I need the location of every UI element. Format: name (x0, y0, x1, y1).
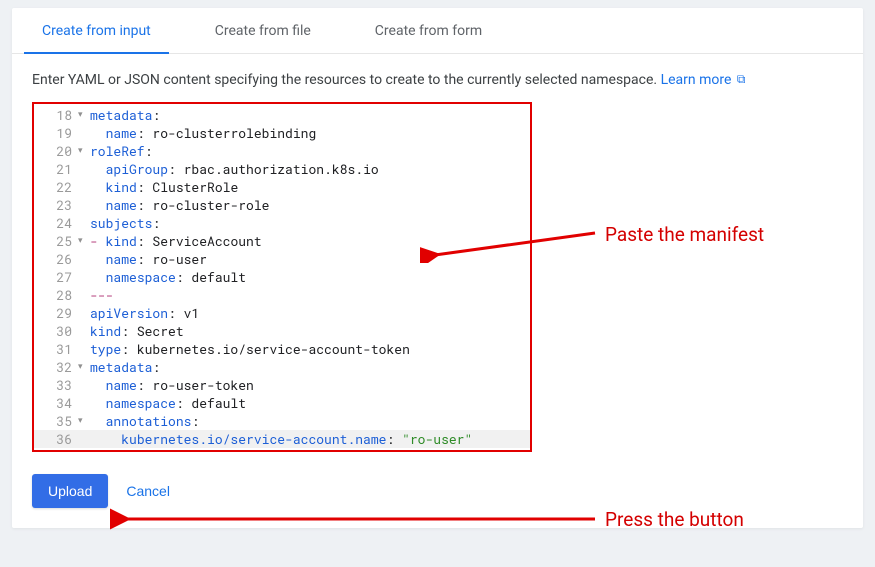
description-text: Enter YAML or JSON content specifying th… (32, 72, 843, 88)
code-content: apiGroup: rbac.authorization.k8s.io (88, 160, 379, 178)
code-line: 23 name: ro-cluster-role (34, 196, 530, 214)
create-card: Create from input Create from file Create … (12, 8, 863, 528)
code-content: - kind: ServiceAccount (88, 232, 262, 250)
line-number: 19 (34, 124, 78, 142)
code-line: 26 name: ro-user (34, 250, 530, 268)
fold-marker-icon (78, 250, 88, 268)
line-number: 18 (34, 106, 78, 124)
code-content: metadata: (88, 106, 160, 124)
code-line: 25▾- kind: ServiceAccount (34, 232, 530, 250)
code-content: name: ro-clusterrolebinding (88, 124, 316, 142)
fold-marker-icon[interactable]: ▾ (78, 412, 88, 430)
line-number: 30 (34, 322, 78, 340)
upload-button[interactable]: Upload (32, 474, 108, 508)
line-number: 31 (34, 340, 78, 358)
code-content: --- (88, 286, 113, 304)
line-number: 21 (34, 160, 78, 178)
code-line: 34 namespace: default (34, 394, 530, 412)
code-content: type: kubernetes.io/service-account-toke… (88, 340, 410, 358)
fold-marker-icon[interactable]: ▾ (78, 106, 88, 124)
fold-marker-icon[interactable]: ▾ (78, 358, 88, 376)
line-number: 36 (34, 430, 78, 448)
fold-marker-icon (78, 286, 88, 304)
code-line: 27 namespace: default (34, 268, 530, 286)
code-line: 19 name: ro-clusterrolebinding (34, 124, 530, 142)
line-number: 20 (34, 142, 78, 160)
code-content: metadata: (88, 358, 160, 376)
fold-marker-icon (78, 322, 88, 340)
tab-create-from-form[interactable]: Create from form (357, 8, 500, 54)
line-number: 32 (34, 358, 78, 376)
code-content: apiVersion: v1 (88, 304, 199, 322)
code-line: 32▾metadata: (34, 358, 530, 376)
code-line: 29 apiVersion: v1 (34, 304, 530, 322)
tab-bar: Create from input Create from file Create … (12, 8, 863, 54)
code-line: 28 --- (34, 286, 530, 304)
line-number: 33 (34, 376, 78, 394)
line-number: 28 (34, 286, 78, 304)
fold-marker-icon (78, 178, 88, 196)
line-number: 26 (34, 250, 78, 268)
code-line: 20▾roleRef: (34, 142, 530, 160)
code-content: namespace: default (88, 394, 246, 412)
cancel-button[interactable]: Cancel (126, 483, 170, 499)
code-content: namespace: default (88, 268, 246, 286)
code-content: kind: ClusterRole (88, 178, 238, 196)
code-line: 31 type: kubernetes.io/service-account-to… (34, 340, 530, 358)
fold-marker-icon (78, 124, 88, 142)
code-content: name: ro-cluster-role (88, 196, 269, 214)
line-number: 25 (34, 232, 78, 250)
code-line: 18▾metadata: (34, 106, 530, 124)
fold-marker-icon[interactable]: ▾ (78, 232, 88, 250)
code-content: name: ro-user (88, 250, 207, 268)
code-content: kind: Secret (88, 322, 184, 340)
action-row: Upload Cancel (32, 474, 843, 508)
line-number: 24 (34, 214, 78, 232)
line-number: 34 (34, 394, 78, 412)
fold-marker-icon (78, 214, 88, 232)
code-line: 30 kind: Secret (34, 322, 530, 340)
learn-more-link[interactable]: Learn more ⧉ (661, 72, 746, 88)
tab-create-from-file[interactable]: Create from file (197, 8, 329, 54)
fold-marker-icon (78, 304, 88, 322)
fold-marker-icon (78, 430, 88, 448)
card-body: Enter YAML or JSON content specifying th… (12, 54, 863, 528)
code-line: 36 kubernetes.io/service-account.name: "… (34, 430, 530, 448)
yaml-editor[interactable]: 18▾metadata:19 name: ro-clusterrolebindi… (32, 102, 532, 452)
code-line: 22 kind: ClusterRole (34, 178, 530, 196)
line-number: 29 (34, 304, 78, 322)
fold-marker-icon (78, 268, 88, 286)
fold-marker-icon (78, 376, 88, 394)
code-content: subjects: (88, 214, 160, 232)
line-number: 35 (34, 412, 78, 430)
description-label: Enter YAML or JSON content specifying th… (32, 72, 661, 88)
external-link-icon: ⧉ (737, 72, 746, 86)
fold-marker-icon (78, 394, 88, 412)
code-content: kubernetes.io/service-account.name: "ro-… (88, 430, 472, 448)
code-content: annotations: (88, 412, 199, 430)
code-line: 21 apiGroup: rbac.authorization.k8s.io (34, 160, 530, 178)
line-number: 22 (34, 178, 78, 196)
code-content: roleRef: (88, 142, 152, 160)
code-line: 35▾ annotations: (34, 412, 530, 430)
code-line: 33 name: ro-user-token (34, 376, 530, 394)
fold-marker-icon (78, 160, 88, 178)
tab-create-from-input[interactable]: Create from input (24, 8, 169, 54)
code-content: name: ro-user-token (88, 376, 254, 394)
fold-marker-icon (78, 340, 88, 358)
line-number: 23 (34, 196, 78, 214)
code-line: 24 subjects: (34, 214, 530, 232)
line-number: 27 (34, 268, 78, 286)
fold-marker-icon (78, 196, 88, 214)
fold-marker-icon[interactable]: ▾ (78, 142, 88, 160)
